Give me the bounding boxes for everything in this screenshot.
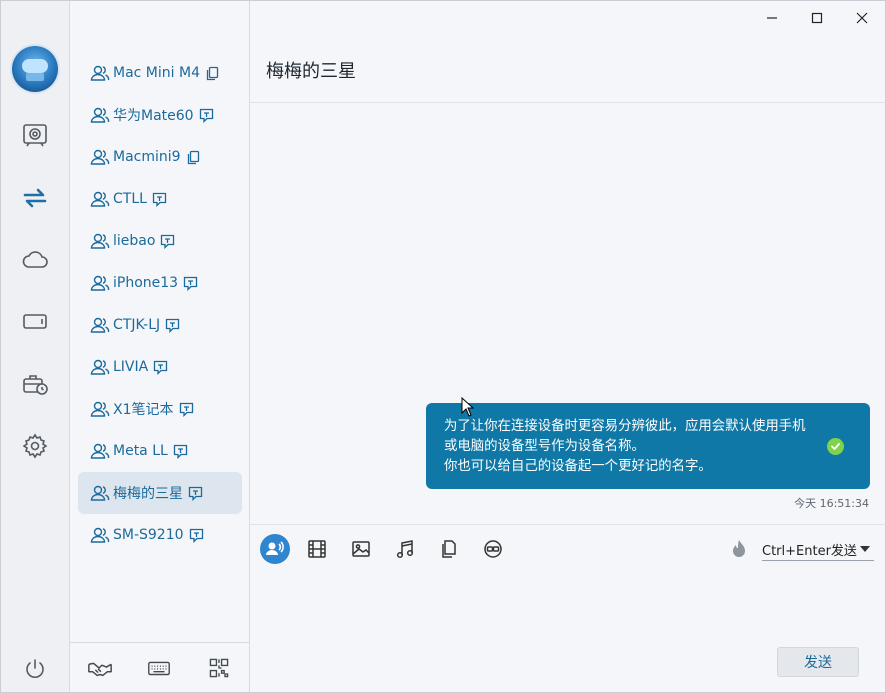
chat-download-icon	[152, 192, 167, 207]
device-item[interactable]: 华为Mate60	[78, 94, 242, 136]
device-group-icon	[90, 400, 110, 418]
message-text: 为了让你在连接设备时更容易分辨彼此，应用会默认使用手机或电脑的设备型号作为设备名…	[444, 419, 806, 474]
message-timestamp: 今天 16:51:34	[794, 497, 869, 510]
device-list-panel: Mac Mini M4 华为Mate60 Macmini9 CTLL liebao iPh…	[70, 1, 250, 692]
device-label: 华为Mate60	[113, 108, 194, 124]
chevron-down-icon	[860, 546, 870, 552]
header-divider	[250, 102, 885, 103]
handshake-icon[interactable]	[86, 654, 114, 682]
chat-download-icon	[189, 528, 204, 543]
transfer-arrows-icon[interactable]	[19, 182, 51, 214]
send-button[interactable]: 发送	[777, 647, 859, 677]
chat-download-icon	[160, 234, 175, 249]
send-mode-select[interactable]: Ctrl+Enter发送	[762, 538, 874, 561]
gear-icon[interactable]	[19, 430, 51, 462]
device-item[interactable]: CTLL	[78, 178, 242, 220]
device-item[interactable]: iPhone13	[78, 262, 242, 304]
device-group-icon	[90, 190, 110, 208]
device-group-icon	[90, 358, 110, 376]
device-group-icon	[90, 148, 110, 166]
chat-download-icon	[179, 402, 194, 417]
qr-code-icon[interactable]	[205, 654, 233, 682]
device-group-icon	[90, 316, 110, 334]
device-item[interactable]: Macmini9	[78, 136, 242, 178]
device-label: Mac Mini M4	[113, 65, 200, 81]
device-item[interactable]: liebao	[78, 220, 242, 262]
device-label: 梅梅的三星	[113, 486, 183, 502]
briefcase-clock-icon[interactable]	[19, 368, 51, 400]
send-mode-label: Ctrl+Enter发送	[762, 543, 857, 559]
device-item[interactable]: Meta LL	[78, 430, 242, 472]
cloud-icon[interactable]	[19, 244, 51, 276]
device-item[interactable]: SM-S9210	[78, 514, 242, 556]
chat-download-icon	[173, 444, 188, 459]
device-item[interactable]: 梅梅的三星	[78, 472, 242, 514]
device-screen-icon[interactable]	[19, 306, 51, 338]
device-item[interactable]: Mac Mini M4	[78, 52, 242, 94]
minimize-icon[interactable]	[752, 5, 792, 31]
device-label: Meta LL	[113, 443, 168, 459]
chat-download-icon	[153, 360, 168, 375]
music-icon[interactable]	[390, 534, 420, 564]
device-group-icon	[90, 64, 110, 82]
power-icon[interactable]	[19, 653, 51, 685]
device-label: CTJK-LJ	[113, 317, 161, 333]
fire-icon[interactable]	[728, 538, 750, 560]
chat-download-icon	[183, 276, 198, 291]
device-item[interactable]: CTJK-LJ	[78, 304, 242, 346]
keyboard-icon[interactable]	[145, 654, 173, 682]
chat-download-icon	[199, 108, 214, 123]
message-bubble[interactable]: 为了让你在连接设备时更容易分辨彼此，应用会默认使用手机或电脑的设备型号作为设备名…	[426, 403, 870, 489]
toolbar-divider	[250, 524, 885, 525]
app-window: Mac Mini M4 华为Mate60 Macmini9 CTLL liebao iPh…	[0, 0, 886, 693]
device-group-icon	[90, 274, 110, 292]
film-icon[interactable]	[302, 534, 332, 564]
speaker-box-icon[interactable]	[19, 119, 51, 151]
device-group-icon	[90, 106, 110, 124]
device-label: CTLL	[113, 191, 147, 207]
files-icon[interactable]	[434, 534, 464, 564]
device-label: SM-S9210	[113, 527, 184, 543]
close-icon[interactable]	[842, 5, 882, 31]
device-list: Mac Mini M4 华为Mate60 Macmini9 CTLL liebao iPh…	[78, 52, 242, 556]
maximize-icon[interactable]	[797, 5, 837, 31]
device-group-icon	[90, 484, 110, 502]
device-group-icon	[90, 442, 110, 460]
device-group-icon	[90, 526, 110, 544]
copy-icon	[186, 150, 201, 165]
copy-icon	[205, 66, 220, 81]
chat-download-icon	[188, 486, 203, 501]
device-item[interactable]: X1笔记本	[78, 388, 242, 430]
device-group-icon	[90, 232, 110, 250]
nav-rail	[1, 1, 70, 692]
chat-title: 梅梅的三星	[266, 61, 356, 82]
chat-area: 梅梅的三星 为了让你在连接设备时更容易分辨彼此，应用会默认使用手机或电脑的设备型…	[250, 1, 885, 692]
device-label: iPhone13	[113, 275, 179, 291]
device-label: liebao	[113, 233, 156, 249]
screen-share-icon[interactable]	[478, 534, 508, 564]
device-item[interactable]: LIVIA	[78, 346, 242, 388]
device-label: X1笔记本	[113, 402, 174, 418]
contact-share-icon[interactable]	[260, 534, 290, 564]
mouse-cursor-icon	[461, 397, 475, 417]
chat-download-icon	[165, 318, 180, 333]
device-label: LIVIA	[113, 359, 149, 375]
image-icon[interactable]	[346, 534, 376, 564]
user-avatar[interactable]	[12, 46, 58, 92]
device-panel-footer	[70, 642, 249, 693]
device-label: Macmini9	[113, 149, 181, 165]
check-icon	[827, 438, 844, 455]
